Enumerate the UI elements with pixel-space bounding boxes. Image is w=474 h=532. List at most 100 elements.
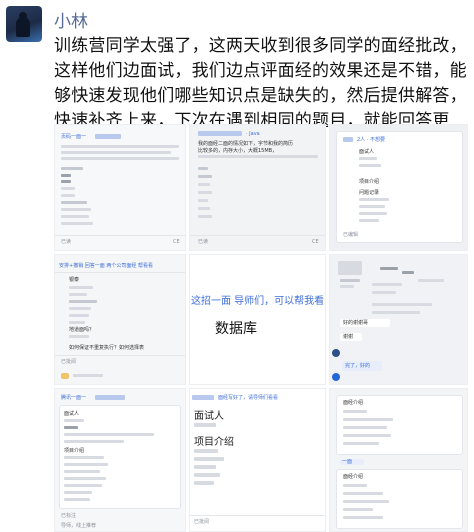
thumb-header: 面经写好了，请导师们看看 bbox=[218, 395, 279, 401]
avatar[interactable] bbox=[6, 6, 42, 42]
text-line bbox=[69, 321, 85, 324]
text-line bbox=[198, 183, 210, 186]
text-line bbox=[69, 314, 89, 317]
note-card: 面经介绍 bbox=[336, 469, 463, 529]
text-line bbox=[61, 145, 179, 148]
chat-bubble: 好的谢谢哥 bbox=[340, 319, 390, 327]
chat-bubble-text: 好的谢谢哥 bbox=[343, 320, 369, 326]
text-line bbox=[61, 157, 179, 160]
thumb-label: 地道面吗？ bbox=[69, 327, 95, 333]
text-line bbox=[340, 285, 354, 288]
text-line bbox=[343, 442, 379, 445]
thumb-footer-left: 已读 bbox=[61, 239, 72, 245]
text-line bbox=[198, 155, 318, 158]
divider bbox=[190, 235, 325, 236]
text-line bbox=[359, 212, 387, 215]
image-grid: 页码一面一 已读 CE · Java 我的面经二面的情况如下，字节和我的简历 比… bbox=[54, 124, 468, 532]
thumb-label: 项目介绍 bbox=[194, 437, 234, 448]
image-thumbnail-1[interactable]: 页码一面一 已读 CE bbox=[54, 124, 186, 251]
image-thumbnail-8[interactable]: 面经写好了，请导师们看看 面试人 项目介绍 已批阅 bbox=[189, 388, 326, 532]
thumb-header: 页码一面一 bbox=[61, 134, 87, 140]
chat-bubble-text: 完了，好的 bbox=[345, 363, 371, 369]
image-thumbnail-7[interactable]: 腾讯一面一 面试人 项目介绍 已标注 导师，线上推荐 bbox=[54, 388, 186, 532]
note-card: 面经介绍 bbox=[336, 395, 463, 455]
thumb-header: 腾讯一面一 bbox=[61, 395, 87, 401]
text-line bbox=[343, 418, 393, 421]
thumb-subtitle: 数据库 bbox=[215, 321, 257, 337]
text-line bbox=[64, 419, 84, 422]
text-line bbox=[198, 167, 208, 170]
text-line bbox=[61, 167, 83, 170]
divider bbox=[55, 272, 185, 273]
redacted-block bbox=[198, 131, 242, 136]
text-line bbox=[194, 473, 220, 477]
text-line bbox=[359, 157, 377, 160]
thumb-label: 面试人 bbox=[194, 411, 224, 422]
thumb-label: 项目介绍 bbox=[359, 179, 380, 185]
text-line bbox=[64, 477, 106, 480]
text-line bbox=[61, 187, 75, 190]
thumb-footer-right: CE bbox=[173, 239, 180, 245]
image-thumbnail-9[interactable]: 面经介绍 一面 面经介绍 bbox=[329, 388, 468, 532]
divider bbox=[190, 515, 325, 516]
redacted-block bbox=[380, 267, 398, 270]
thumb-label: 面经介绍 bbox=[343, 474, 364, 480]
image-thumbnail-5[interactable]: 这招一面 导师们，可以帮我看 数据库 bbox=[189, 254, 326, 385]
text-line bbox=[69, 286, 93, 289]
thumb-body-line: 我的面经二面的情况如下，字节和我的简历 bbox=[198, 141, 294, 147]
text-line bbox=[343, 492, 383, 495]
text-line bbox=[69, 335, 89, 338]
text-line bbox=[64, 463, 108, 466]
text-line bbox=[61, 208, 91, 211]
thumb-footer-left: 已读 bbox=[198, 239, 209, 245]
text-line bbox=[372, 283, 402, 286]
text-line bbox=[64, 498, 90, 501]
chat-bubble: 完了，好的 bbox=[342, 361, 382, 371]
thumb-top-line: 安排+撤销 回答一面 两个公司面经 帮看看 bbox=[59, 263, 153, 269]
text-line bbox=[64, 491, 92, 494]
text-line bbox=[64, 440, 124, 443]
thumb-label: 面试人 bbox=[64, 411, 80, 417]
text-line bbox=[343, 484, 367, 487]
image-thumbnail-6[interactable]: 好的谢谢哥 谢谢 完了，好的 bbox=[329, 254, 468, 385]
text-line bbox=[194, 457, 224, 461]
thumb-footer-left: 已标注 bbox=[61, 513, 77, 519]
tag-chip: 一面 bbox=[340, 459, 364, 465]
text-line bbox=[359, 198, 389, 201]
thumb-label: 面经介绍 bbox=[343, 400, 364, 406]
thumb-label: 银泰 bbox=[69, 277, 80, 283]
thumb-footer: 已批阅 bbox=[61, 359, 77, 365]
thumb-footer: 已批阅 bbox=[194, 519, 210, 525]
text-line bbox=[343, 508, 373, 511]
thumb-header: 2人 · 不想要 bbox=[357, 137, 385, 143]
divider bbox=[55, 355, 185, 356]
redacted-block bbox=[95, 395, 125, 400]
text-line bbox=[198, 175, 212, 178]
text-line bbox=[359, 219, 379, 222]
thumb-footer-right: CE bbox=[312, 239, 319, 245]
note-card: 2人 · 不想要 面试人 项目介绍 问题记录 已编辑 bbox=[336, 131, 463, 243]
username[interactable]: 小林 bbox=[54, 7, 88, 32]
image-thumbnail-2[interactable]: · Java 我的面经二面的情况如下，字节和我的简历 比较多的，内存大小，大概1… bbox=[189, 124, 326, 251]
redacted-block bbox=[192, 395, 214, 400]
text-line bbox=[61, 222, 93, 225]
image-thumbnail-3[interactable]: 2人 · 不想要 面试人 项目介绍 问题记录 已编辑 bbox=[329, 124, 468, 251]
text-line bbox=[194, 481, 214, 485]
text-line bbox=[194, 449, 218, 453]
text-line bbox=[198, 215, 212, 218]
text-line bbox=[69, 307, 91, 310]
text-line bbox=[61, 215, 89, 218]
text-line bbox=[359, 164, 381, 167]
text-line bbox=[372, 311, 420, 314]
text-line bbox=[198, 207, 210, 210]
image-thumbnail-4[interactable]: 安排+撤销 回答一面 两个公司面经 帮看看 银泰 地道面吗？ 如何保证不重复执行… bbox=[54, 254, 186, 385]
text-line bbox=[64, 456, 104, 459]
divider bbox=[55, 235, 185, 236]
text-line bbox=[343, 500, 389, 503]
text-line bbox=[343, 410, 367, 413]
text-line bbox=[343, 434, 391, 437]
redacted-block bbox=[343, 137, 353, 142]
text-line bbox=[69, 300, 97, 303]
thumb-footer: 一面 bbox=[342, 459, 353, 465]
text-line bbox=[64, 433, 154, 436]
